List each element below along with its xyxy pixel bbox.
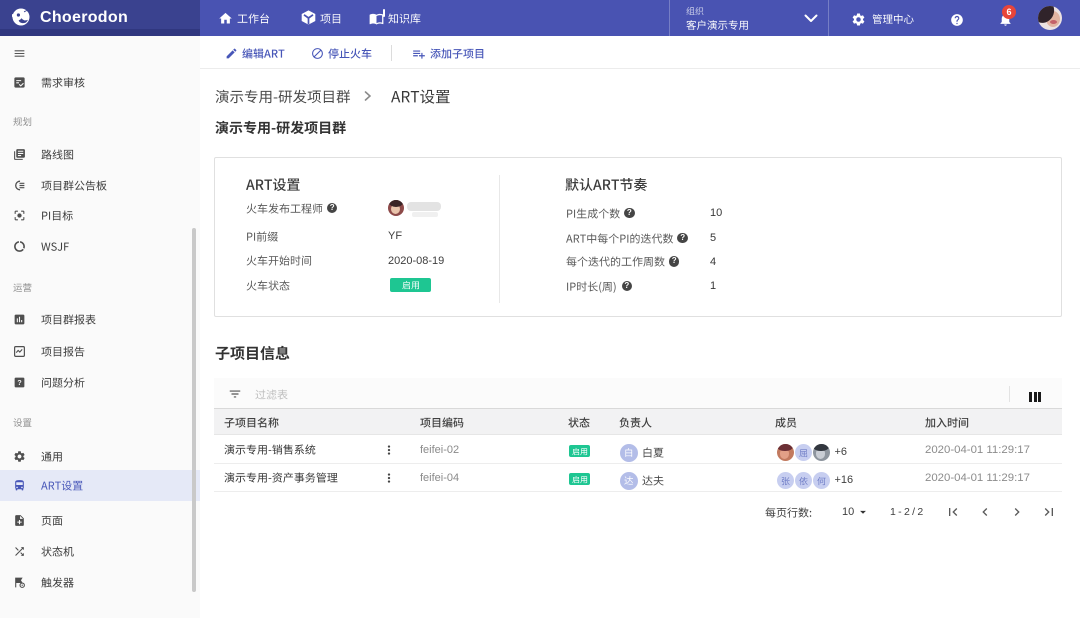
svg-text:?: ?	[17, 380, 21, 387]
